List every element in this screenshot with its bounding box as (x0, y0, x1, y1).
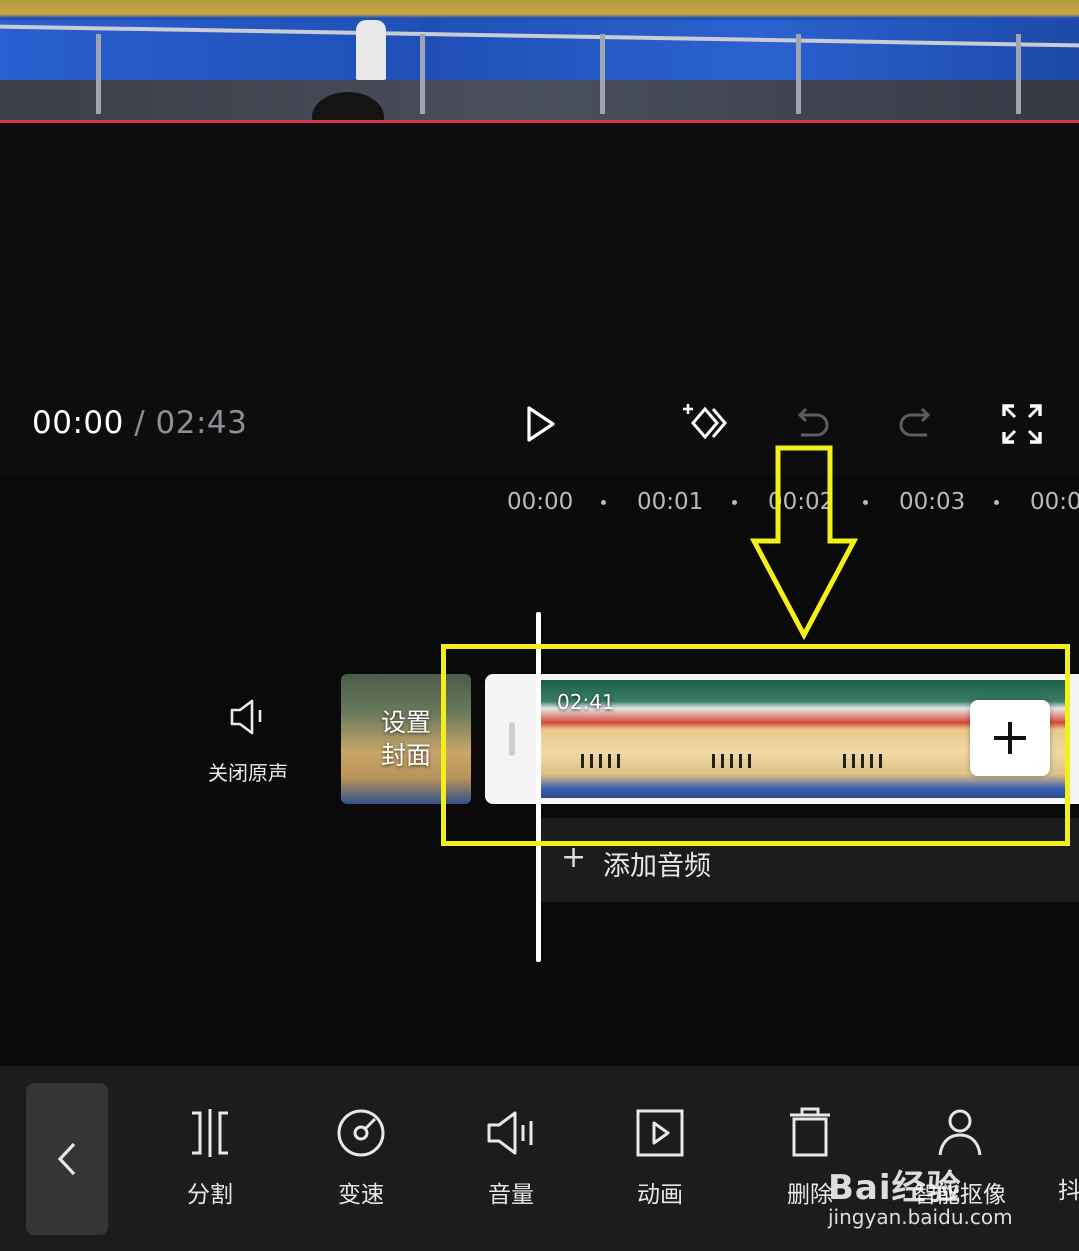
speed-icon (337, 1109, 385, 1157)
split-icon (192, 1109, 228, 1157)
animation-icon (636, 1109, 684, 1157)
more-tool[interactable]: 抖 (1040, 1105, 1079, 1205)
baidu-watermark: Bai经验 jingyan.baidu.com (828, 1160, 1028, 1229)
mute-original-button[interactable]: 关闭原声 (196, 695, 300, 786)
volume-tool[interactable]: 音量 (456, 1105, 566, 1209)
add-audio-label: 添加音频 (603, 851, 711, 882)
volume-label: 音量 (488, 1182, 534, 1208)
total-duration: 02:43 (155, 405, 248, 441)
mute-original-label: 关闭原声 (208, 761, 288, 785)
redo-button[interactable] (892, 400, 940, 448)
preview-scene-post (600, 34, 605, 114)
ruler-tick: 00:00 (507, 489, 574, 515)
video-preview[interactable] (0, 0, 1079, 122)
ruler-tick: 00:03 (899, 489, 966, 515)
delete-icon (790, 1107, 830, 1157)
animation-label: 动画 (637, 1182, 683, 1208)
speed-tool[interactable]: 变速 (306, 1105, 416, 1209)
fullscreen-button[interactable] (998, 400, 1046, 448)
preview-scene-post (1016, 34, 1021, 114)
ruler-dot (863, 500, 868, 505)
undo-button[interactable] (788, 400, 836, 448)
watermark-brand: Bai经验 (828, 1168, 962, 1208)
preview-progress-line (0, 120, 1079, 123)
split-label: 分割 (187, 1182, 233, 1208)
preview-scene-person (356, 20, 386, 80)
speed-label: 变速 (338, 1182, 384, 1208)
fullscreen-icon (1002, 404, 1042, 444)
down-arrow-annotation (750, 445, 858, 640)
ruler-dot (601, 500, 606, 505)
ruler-dot (732, 500, 737, 505)
watermark-site: jingyan.baidu.com (828, 1205, 1013, 1229)
keyframe-button[interactable] (680, 400, 728, 448)
time-separator: / (123, 405, 156, 441)
preview-scene-floor (0, 80, 1079, 122)
play-button[interactable] (516, 400, 564, 448)
split-tool[interactable]: 分割 (155, 1105, 265, 1209)
set-cover-label: 设置 封面 (381, 708, 432, 770)
preview-scene-post (420, 34, 425, 114)
chevron-left-icon (57, 1142, 76, 1176)
ruler-tick: 00:0 (1030, 489, 1079, 515)
current-time: 00:00 (32, 405, 124, 441)
preview-scene-post (796, 34, 801, 114)
time-readout: 00:00 / 02:43 (32, 405, 247, 441)
ruler-tick: 00:01 (637, 489, 704, 515)
back-button[interactable] (26, 1083, 108, 1235)
keyframe-icon (683, 404, 727, 440)
preview-scene-post (96, 34, 101, 114)
highlight-box (441, 644, 1070, 846)
speaker-icon (230, 699, 262, 735)
volume-icon (487, 1111, 533, 1155)
ruler-dot (994, 500, 999, 505)
undo-icon (797, 407, 829, 437)
redo-icon (899, 407, 931, 437)
play-icon (527, 406, 555, 442)
animation-tool[interactable]: 动画 (605, 1105, 715, 1209)
smart-cutout-icon (938, 1109, 982, 1156)
more-tool-label: 抖 (1058, 1178, 1079, 1204)
